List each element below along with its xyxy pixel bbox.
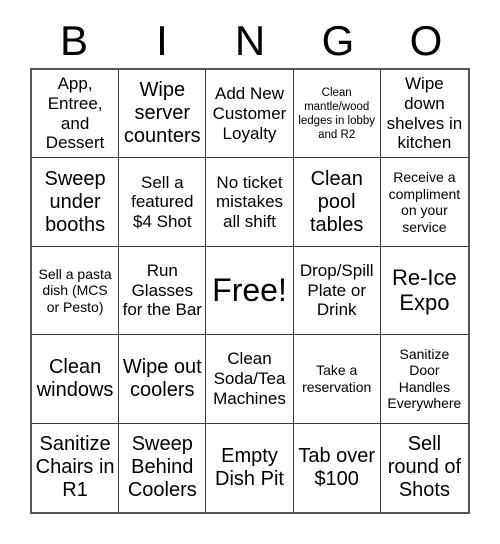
bingo-cell[interactable]: Receive a compliment on your service: [380, 158, 468, 247]
bingo-cell-text: Wipe server counters: [123, 79, 201, 148]
bingo-cell-text: Clean Soda/Tea Machines: [213, 349, 286, 408]
bingo-cell[interactable]: Sanitize Door Handles Everywhere: [380, 335, 468, 424]
bingo-cell-text: Take a reservation: [302, 362, 372, 395]
header-letter-n: N: [234, 17, 266, 64]
bingo-cell-text: Empty Dish Pit: [215, 444, 284, 490]
bingo-cell[interactable]: Re-Ice Expo: [380, 246, 468, 336]
bingo-cell-text: Re-Ice Expo: [391, 265, 457, 316]
bingo-cell[interactable]: Run Glasses for the Bar: [119, 246, 207, 336]
bingo-cell[interactable]: Clean windows: [32, 335, 120, 424]
bingo-cell-free[interactable]: Free!: [206, 246, 294, 336]
bingo-cell[interactable]: Clean Soda/Tea Machines: [206, 335, 294, 424]
bingo-cell[interactable]: Tab over $100: [293, 423, 381, 512]
bingo-cell-text: Free!: [212, 271, 287, 308]
bingo-cell[interactable]: Add New Customer Loyalty: [206, 70, 294, 159]
bingo-cell[interactable]: Wipe down shelves in kitchen: [380, 70, 468, 159]
bingo-cell-text: Add New Customer Loyalty: [212, 84, 287, 143]
bingo-card: B I N G O App, Entree, and Dessert Wipe …: [0, 0, 500, 544]
bingo-cell[interactable]: Clean mantle/wood ledges in lobby and R2: [293, 70, 381, 159]
bingo-cell-text: Wipe down shelves in kitchen: [386, 74, 463, 153]
bingo-cell-text: Sanitize Door Handles Everywhere: [387, 345, 462, 412]
bingo-cell-text: App, Entree, and Dessert: [45, 74, 105, 153]
bingo-cell-text: Clean mantle/wood ledges in lobby and R2: [298, 86, 376, 141]
header-letter-g: G: [321, 17, 355, 64]
bingo-cell-text: Receive a compliment on your service: [388, 169, 461, 235]
header-letter-i: I: [156, 17, 168, 64]
bingo-cell-text: Sanitize Chairs in R1: [35, 433, 115, 502]
bingo-cell[interactable]: Sell a featured $4 Shot: [119, 158, 207, 247]
bingo-cell[interactable]: Wipe out coolers: [119, 335, 207, 424]
bingo-cell-text: Clean windows: [36, 355, 114, 401]
bingo-grid: App, Entree, and Dessert Wipe server cou…: [30, 68, 470, 514]
bingo-cell-text: Drop/Spill Plate or Drink: [299, 260, 374, 320]
bingo-cell-text: No ticket mistakes all shift: [215, 172, 284, 231]
bingo-cell[interactable]: Sell round of Shots: [380, 423, 468, 512]
bingo-cell[interactable]: Sanitize Chairs in R1: [32, 423, 120, 512]
header-letter-b: B: [59, 17, 88, 64]
bingo-cell-text: Sell a pasta dish (MCS or Pesto): [38, 265, 112, 315]
bingo-cell-text: Sell a featured $4 Shot: [131, 172, 194, 231]
bingo-cell[interactable]: Take a reservation: [293, 335, 381, 424]
bingo-cell[interactable]: Clean pool tables: [293, 158, 381, 247]
header-letter-o: O: [409, 17, 443, 64]
bingo-cell[interactable]: Sweep under booths: [32, 158, 120, 247]
bingo-cell-text: Sell round of Shots: [387, 433, 462, 502]
bingo-cell-text: Run Glasses for the Bar: [122, 260, 202, 320]
bingo-cell[interactable]: Sell a pasta dish (MCS or Pesto): [32, 246, 120, 336]
bingo-cell-text: Tab over $100: [298, 444, 376, 490]
bingo-cell[interactable]: No ticket mistakes all shift: [206, 158, 294, 247]
bingo-cell[interactable]: App, Entree, and Dessert: [32, 70, 120, 159]
bingo-cell-text: Sweep under booths: [44, 167, 106, 236]
bingo-cell-text: Clean pool tables: [310, 167, 364, 236]
bingo-header: B I N G O: [30, 14, 470, 68]
bingo-cell[interactable]: Wipe server counters: [119, 70, 207, 159]
bingo-cell[interactable]: Empty Dish Pit: [206, 423, 294, 512]
bingo-cell[interactable]: Drop/Spill Plate or Drink: [293, 246, 381, 336]
bingo-cell[interactable]: Sweep Behind Coolers: [119, 423, 207, 512]
bingo-cell-text: Wipe out coolers: [122, 355, 202, 401]
bingo-cell-text: Sweep Behind Coolers: [127, 433, 197, 502]
